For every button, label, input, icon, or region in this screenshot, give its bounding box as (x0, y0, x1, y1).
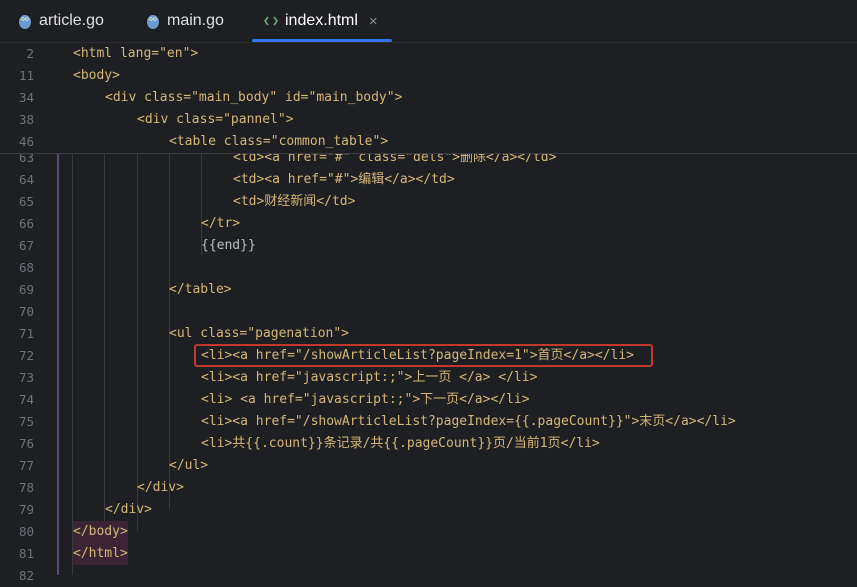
code-line[interactable]: 71 <ul class="pagenation"> (0, 323, 857, 345)
line-number: 68 (18, 260, 34, 275)
code-line[interactable]: 67 {{end}} (0, 235, 857, 257)
code-text: <li><a href="/showArticleList?pageIndex=… (201, 414, 736, 429)
code-line[interactable]: 79 </div> (0, 499, 857, 521)
line-number: 73 (18, 370, 34, 385)
line-number: 65 (18, 194, 34, 209)
line-number: 11 (18, 68, 34, 83)
code-text: <td><a href="#">编辑</a></td> (233, 172, 455, 187)
line-number: 82 (18, 568, 34, 583)
line-number: 69 (18, 282, 34, 297)
code-text: <li> <a href="javascript:;">下一页</a></li> (201, 392, 530, 407)
code-line[interactable]: 78 </div> (0, 477, 857, 499)
tab-main-go[interactable]: main.go (146, 0, 224, 42)
tab-label: main.go (167, 12, 224, 29)
line-number: 46 (18, 134, 34, 149)
code-line[interactable]: 81 </html> (0, 543, 857, 565)
code-text: <ul class="pagenation"> (169, 326, 350, 341)
sticky-scroll-header: 2 <html lang="en"> 11 <body> 34 <div cla… (0, 43, 857, 154)
code-line[interactable]: 66 </tr> (0, 213, 857, 235)
editor-tab-bar: article.go main.go index.html × (0, 0, 857, 43)
line-number: 78 (18, 480, 34, 495)
gopher-icon (146, 13, 160, 29)
code-editor[interactable]: 2 <html lang="en"> 11 <body> 34 <div cla… (0, 43, 857, 583)
sticky-line[interactable]: 2 <html lang="en"> (0, 43, 857, 65)
code-text: <div class="main_body" id="main_body"> (105, 90, 403, 105)
line-number: 74 (18, 392, 34, 407)
code-text: </ul> (169, 458, 209, 473)
tab-label: article.go (39, 12, 104, 29)
code-text: </div> (105, 502, 152, 517)
sticky-line[interactable]: 38 <div class="pannel"> (0, 109, 857, 131)
sticky-line[interactable]: 34 <div class="main_body" id="main_body"… (0, 87, 857, 109)
code-line[interactable]: 74 <li> <a href="javascript:;">下一页</a></… (0, 389, 857, 411)
line-number: 70 (18, 304, 34, 319)
html-brackets-icon (264, 13, 278, 29)
code-line[interactable]: 69 </table> (0, 279, 857, 301)
line-number: 34 (18, 90, 34, 105)
code-text: </table> (169, 282, 232, 297)
line-number: 67 (18, 238, 34, 253)
code-text: <li><a href="javascript:;">上一页 </a> </li… (201, 370, 538, 385)
code-text: </body> (73, 521, 128, 543)
line-number: 79 (18, 502, 34, 517)
code-text: <body> (73, 68, 120, 83)
code-line[interactable]: 75 <li><a href="/showArticleList?pageInd… (0, 411, 857, 433)
line-number: 66 (18, 216, 34, 231)
code-line[interactable]: 76 <li>共{{.count}}条记录/共{{.pageCount}}页/当… (0, 433, 857, 455)
line-number: 71 (18, 326, 34, 341)
line-number: 77 (18, 458, 34, 473)
tab-index-html[interactable]: index.html × (252, 0, 392, 42)
sticky-line[interactable]: 11 <body> (0, 65, 857, 87)
line-number: 75 (18, 414, 34, 429)
code-text: <td>财经新闻</td> (233, 194, 356, 209)
code-text: <div class="pannel"> (137, 112, 294, 127)
code-line[interactable]: 68 (0, 257, 857, 279)
line-number: 38 (18, 112, 34, 127)
close-tab-icon[interactable]: × (369, 13, 378, 30)
tab-article-go[interactable]: article.go (18, 0, 104, 42)
code-line[interactable]: 65 <td>财经新闻</td> (0, 191, 857, 213)
code-line[interactable]: 70 (0, 301, 857, 323)
gopher-icon (18, 13, 32, 29)
line-number: 2 (26, 46, 34, 61)
line-number: 81 (18, 546, 34, 561)
code-line[interactable]: 73 <li><a href="javascript:;">上一页 </a> <… (0, 367, 857, 389)
line-number: 72 (18, 348, 34, 363)
code-line[interactable]: 64 <td><a href="#">编辑</a></td> (0, 169, 857, 191)
code-text: {{end}} (201, 238, 256, 253)
line-number: 80 (18, 524, 34, 539)
code-text: <li>共{{.count}}条记录/共{{.pageCount}}页/当前1页… (201, 436, 600, 451)
code-text: <table class="common_table"> (169, 134, 389, 149)
highlight-box (194, 344, 653, 367)
code-line[interactable]: 82 (0, 565, 857, 587)
line-number: 76 (18, 436, 34, 451)
tab-label: index.html (285, 12, 358, 29)
code-text: <html lang="en"> (73, 46, 199, 61)
code-line[interactable]: 77 </ul> (0, 455, 857, 477)
code-text: </html> (73, 543, 128, 565)
code-text: </tr> (201, 216, 241, 231)
code-line[interactable]: 80 </body> (0, 521, 857, 543)
line-number: 64 (18, 172, 34, 187)
sticky-line[interactable]: 46 <table class="common_table"> (0, 131, 857, 153)
code-text: </div> (137, 480, 184, 495)
